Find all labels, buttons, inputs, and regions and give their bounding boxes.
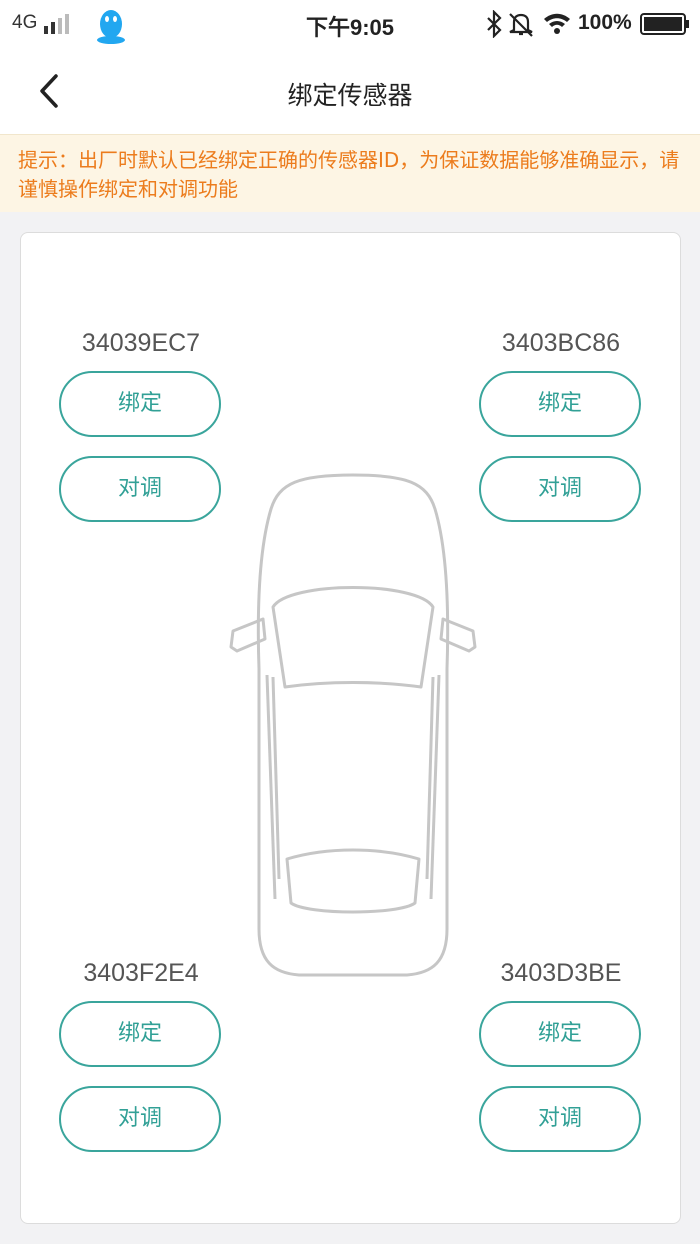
notice-banner: 提示：出厂时默认已经绑定正确的传感器ID，为保证数据能够准确显示，请谨慎操作绑定… [0,134,700,212]
wifi-icon [544,13,570,34]
status-icons [487,10,570,38]
sensor-id: 3403BC86 [501,329,621,357]
car-outline-icon [229,473,477,977]
battery-percent: 100% [578,11,632,34]
bluetooth-icon [487,10,502,38]
page-title: 绑定传感器 [287,81,413,110]
sensor-rear-left: 3403F2E4 绑定 对调 [59,956,223,1152]
swap-button[interactable]: 对调 [59,1086,221,1152]
sensor-front-left: 34039EC7 绑定 对调 [59,326,223,522]
sensor-id: 3403F2E4 [83,959,199,987]
sensor-rear-right: 3403D3BE 绑定 对调 [479,956,643,1152]
swap-button[interactable]: 对调 [479,456,641,522]
swap-button[interactable]: 对调 [59,456,221,522]
bind-button[interactable]: 绑定 [59,1001,221,1067]
sensor-id: 34039EC7 [81,329,201,357]
notice-text: 提示：出厂时默认已经绑定正确的传感器ID，为保证数据能够准确显示，请谨慎操作绑定… [18,148,680,201]
bind-button[interactable]: 绑定 [479,371,641,437]
swap-button[interactable]: 对调 [479,1086,641,1152]
bind-button[interactable]: 绑定 [59,371,221,437]
status-bar: 4G 下午9:05 100% [0,0,700,50]
sensor-id: 3403D3BE [500,959,622,987]
navigation-bar: 绑定传感器 [0,50,700,134]
sensor-card: 34039EC7 绑定 对调 3403BC86 绑定 对调 3403F2E4 绑… [20,232,681,1224]
notifications-off-icon [509,13,533,37]
bind-button[interactable]: 绑定 [479,1001,641,1067]
sensor-front-right: 3403BC86 绑定 对调 [479,326,643,522]
battery-icon [640,13,689,35]
